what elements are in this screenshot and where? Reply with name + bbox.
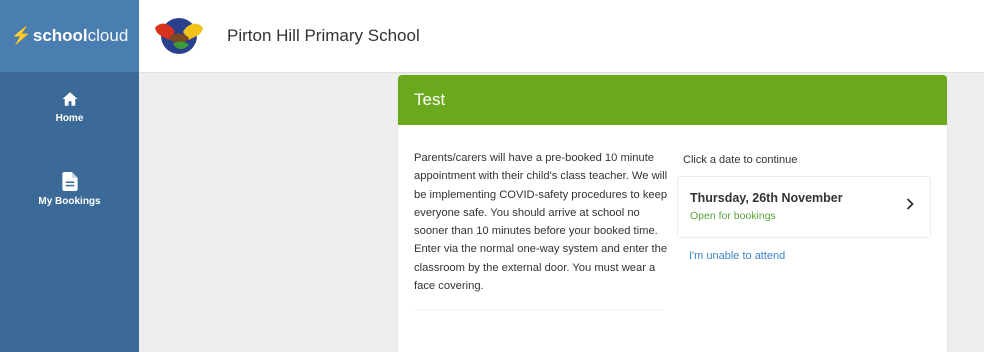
date-option-thursday-26th-november[interactable]: Thursday, 26th November Open for booking… — [677, 176, 931, 238]
divider — [414, 309, 664, 310]
event-description: Parents/carers will have a pre-booked 10… — [414, 152, 668, 293]
sidebar-item-label: My Bookings — [38, 196, 101, 207]
school-name: Pirton Hill Primary School — [227, 26, 420, 45]
document-icon — [61, 172, 78, 191]
school-logo-icon — [155, 18, 203, 54]
top-bar: Pirton Hill Primary School — [139, 0, 984, 73]
brand-name-light: cloud — [87, 26, 129, 45]
sidebar: Home My Bookings — [0, 72, 139, 352]
unable-to-attend-link[interactable]: I'm unable to attend — [689, 250, 785, 262]
sidebar-item-my-bookings[interactable]: My Bookings — [0, 172, 139, 207]
sidebar-item-label: Home — [55, 113, 84, 124]
home-icon — [62, 92, 77, 106]
event-title: Test — [398, 75, 947, 125]
schoolcloud-logo[interactable]: ⚡ school cloud — [0, 0, 139, 72]
brand-name-bold: school — [32, 26, 88, 45]
sidebar-item-home[interactable]: Home — [0, 90, 139, 124]
chevron-right-icon — [906, 198, 914, 210]
date-status: Open for bookings — [690, 210, 776, 222]
event-card: Test Parents/carers will have a pre-book… — [398, 75, 947, 352]
date-heading: Click a date to continue — [683, 154, 798, 166]
date-label: Thursday, 26th November — [690, 191, 843, 205]
bolt-icon: ⚡ — [10, 26, 32, 45]
